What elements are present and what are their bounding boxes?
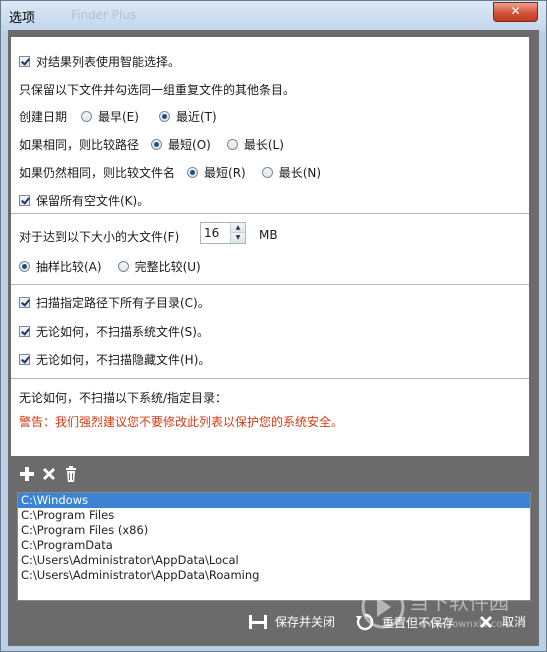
size-spinner[interactable]: 16 ▲ ▼: [200, 222, 246, 244]
list-item[interactable]: C:\Windows: [18, 493, 530, 508]
background-window-title: Finder Plus: [71, 8, 137, 22]
x-icon: [480, 615, 492, 628]
list-item[interactable]: C:\ProgramData: [18, 538, 530, 553]
scan-subdirs-label: 扫描指定路径下所有子目录(C)。: [36, 296, 210, 310]
refresh-icon: [356, 613, 374, 631]
name-shortest-label[interactable]: 最短(R): [204, 164, 246, 181]
name-longest-radio[interactable]: [261, 167, 273, 178]
keep-empty-checkbox[interactable]: [19, 195, 30, 206]
excluded-dirs-list[interactable]: C:\Windows C:\Program Files C:\Program F…: [17, 492, 531, 601]
size-value[interactable]: 16: [204, 226, 219, 240]
size-unit: MB: [259, 228, 278, 242]
plus-icon[interactable]: [19, 466, 35, 482]
created-earliest-radio[interactable]: [81, 111, 92, 122]
size-unit-label: MB: [259, 228, 278, 242]
excluded-header: 无论如何，不扫描以下系统/指定目录：: [19, 389, 227, 406]
reset-no-save-label: 重置但不保存: [382, 615, 455, 630]
skip-system-option[interactable]: 无论如何，不扫描系统文件(S)。: [19, 323, 209, 340]
cancel-button[interactable]: 取消: [478, 613, 526, 630]
large-file-label-row: 对于达到以下大小的大文件(F): [19, 228, 179, 245]
path-longest-label[interactable]: 最长(L): [244, 136, 284, 153]
keep-empty-option[interactable]: 保留所有空文件(K)。: [19, 192, 149, 209]
divider: [11, 378, 529, 379]
trash-icon[interactable]: [63, 466, 79, 482]
keep-one-text: 只保留以下文件并勾选同一组重复文件的其他条目。: [19, 83, 296, 97]
full-compare-label[interactable]: 完整比较(U): [135, 258, 201, 275]
divider: [11, 213, 529, 214]
compare-path-label: 如果相同，则比较路径: [19, 138, 140, 152]
close-button[interactable]: ✕: [493, 2, 538, 22]
path-shortest-label[interactable]: 最短(O): [168, 136, 211, 153]
list-item[interactable]: C:\Program Files (x86): [18, 523, 530, 538]
name-longest-label[interactable]: 最长(N): [279, 164, 321, 181]
divider: [11, 284, 529, 285]
smart-select-option[interactable]: 对结果列表使用智能选择。: [19, 53, 180, 70]
created-latest-radio[interactable]: [158, 111, 170, 122]
large-file-label: 对于达到以下大小的大文件(F): [19, 230, 180, 244]
scan-subdirs-checkbox[interactable]: [19, 297, 30, 308]
compare-mode-row: 抽样比较(A) 完整比较(U): [19, 258, 201, 275]
reset-no-save-button[interactable]: 重置但不保存: [356, 613, 454, 631]
scan-subdirs-option[interactable]: 扫描指定路径下所有子目录(C)。: [19, 294, 210, 311]
save-close-label: 保存并关闭: [275, 615, 336, 629]
sample-compare-label[interactable]: 抽样比较(A): [36, 258, 102, 275]
warning-text: 警告：我们强烈建议您不要修改此列表以保护您的系统安全。: [19, 415, 344, 429]
created-latest-label[interactable]: 最近(T): [176, 108, 217, 125]
full-compare-radio[interactable]: [117, 261, 129, 272]
sample-compare-radio[interactable]: [19, 261, 30, 272]
spin-down-icon[interactable]: ▼: [230, 232, 245, 243]
window-title: 选项: [9, 11, 36, 26]
keep-one-description: 只保留以下文件并勾选同一组重复文件的其他条目。: [19, 81, 295, 98]
excluded-header-text: 无论如何，不扫描以下系统/指定目录：: [19, 391, 228, 405]
x-icon[interactable]: [41, 466, 57, 482]
created-earliest-label[interactable]: 最早(E): [98, 108, 139, 125]
warning-message: 警告：我们强烈建议您不要修改此列表以保护您的系统安全。: [19, 413, 343, 430]
path-longest-radio[interactable]: [226, 139, 238, 150]
save-close-button[interactable]: 保存并关闭: [249, 613, 335, 630]
list-item[interactable]: C:\Users\Administrator\AppData\Local: [18, 553, 530, 568]
options-window: 选项 Finder Plus ✕ 对结果列表使用智能选择。 只保留以下文件并勾选…: [0, 0, 547, 652]
compare-name-label: 如果仍然相同，则比较文件名: [19, 166, 176, 180]
title-bar: 选项 Finder Plus ✕: [1, 1, 546, 31]
path-shortest-radio[interactable]: [151, 139, 163, 150]
skip-hidden-label: 无论如何，不扫描隐藏文件(H)。: [36, 353, 211, 367]
smart-select-label: 对结果列表使用智能选择。: [36, 55, 181, 69]
list-toolbar: [19, 466, 79, 482]
compare-name-row: 如果仍然相同，则比较文件名 最短(R) 最长(N): [19, 164, 321, 181]
save-icon: [249, 614, 267, 629]
skip-system-checkbox[interactable]: [19, 326, 30, 337]
name-shortest-radio[interactable]: [187, 167, 199, 178]
skip-hidden-option[interactable]: 无论如何，不扫描隐藏文件(H)。: [19, 351, 210, 368]
cancel-label: 取消: [502, 615, 527, 629]
smart-select-checkbox[interactable]: [19, 56, 30, 67]
compare-path-row: 如果相同，则比较路径 最短(O) 最长(L): [19, 136, 284, 153]
keep-empty-label: 保留所有空文件(K)。: [36, 194, 150, 208]
list-item[interactable]: C:\Users\Administrator\AppData\Roaming: [18, 568, 530, 583]
skip-system-label: 无论如何，不扫描系统文件(S)。: [36, 325, 209, 339]
skip-hidden-checkbox[interactable]: [19, 354, 30, 365]
list-item[interactable]: C:\Program Files: [18, 508, 530, 523]
created-date-row: 创建日期 最早(E) 最近(T): [19, 108, 217, 125]
created-date-label: 创建日期: [19, 110, 68, 124]
